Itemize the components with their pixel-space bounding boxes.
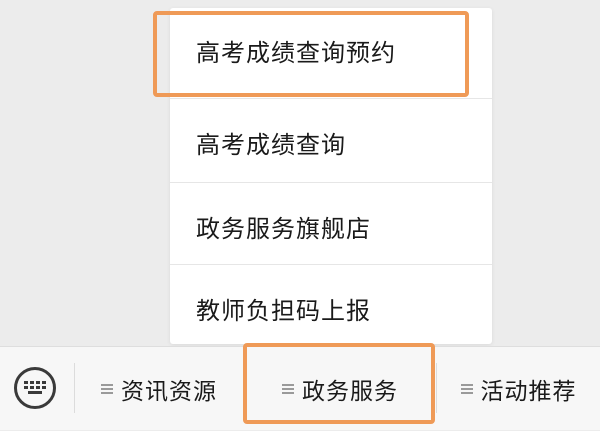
keyboard-icon (24, 381, 46, 394)
menu-tab-label: 资讯资源 (121, 379, 217, 405)
chat-screen: 高考成绩查询预约 高考成绩查询 政务服务旗舰店 教师负担码上报 资讯资源 政务服… (0, 0, 600, 430)
submenu-item-teacher-burden-report[interactable]: 教师负担码上报 (170, 266, 492, 350)
submenu-item-government-flagship-store[interactable]: 政务服务旗舰店 (170, 184, 492, 268)
menu-tab-label: 活动推荐 (480, 379, 577, 405)
submenu-item-label: 教师负担码上报 (196, 296, 371, 325)
keyboard-toggle-button[interactable] (14, 367, 56, 409)
submenu-divider (170, 182, 492, 183)
submenu-item-label: 高考成绩查询 (196, 130, 346, 159)
menu-tab-government-services[interactable]: 政务服务 (244, 347, 436, 431)
submenu-divider (170, 98, 492, 99)
menu-tab-event-recommendations[interactable]: 活动推荐 (437, 347, 600, 431)
menu-tab-news-resources[interactable]: 资讯资源 (75, 347, 243, 431)
menu-tab-label: 政务服务 (302, 379, 398, 405)
menu-list-icon (101, 383, 113, 395)
submenu-item-gaokao-score-reservation[interactable]: 高考成绩查询预约 (170, 8, 492, 92)
menu-list-icon (282, 383, 294, 395)
submenu-item-gaokao-score-query[interactable]: 高考成绩查询 (170, 100, 492, 184)
submenu-item-label: 政务服务旗舰店 (196, 214, 371, 243)
service-submenu: 高考成绩查询预约 高考成绩查询 政务服务旗舰店 教师负担码上报 (170, 8, 492, 344)
menu-list-icon (460, 383, 473, 395)
submenu-item-label: 高考成绩查询预约 (196, 38, 396, 67)
bottom-menu-bar: 资讯资源 政务服务 活动推荐 (0, 346, 600, 430)
submenu-divider (170, 264, 492, 265)
